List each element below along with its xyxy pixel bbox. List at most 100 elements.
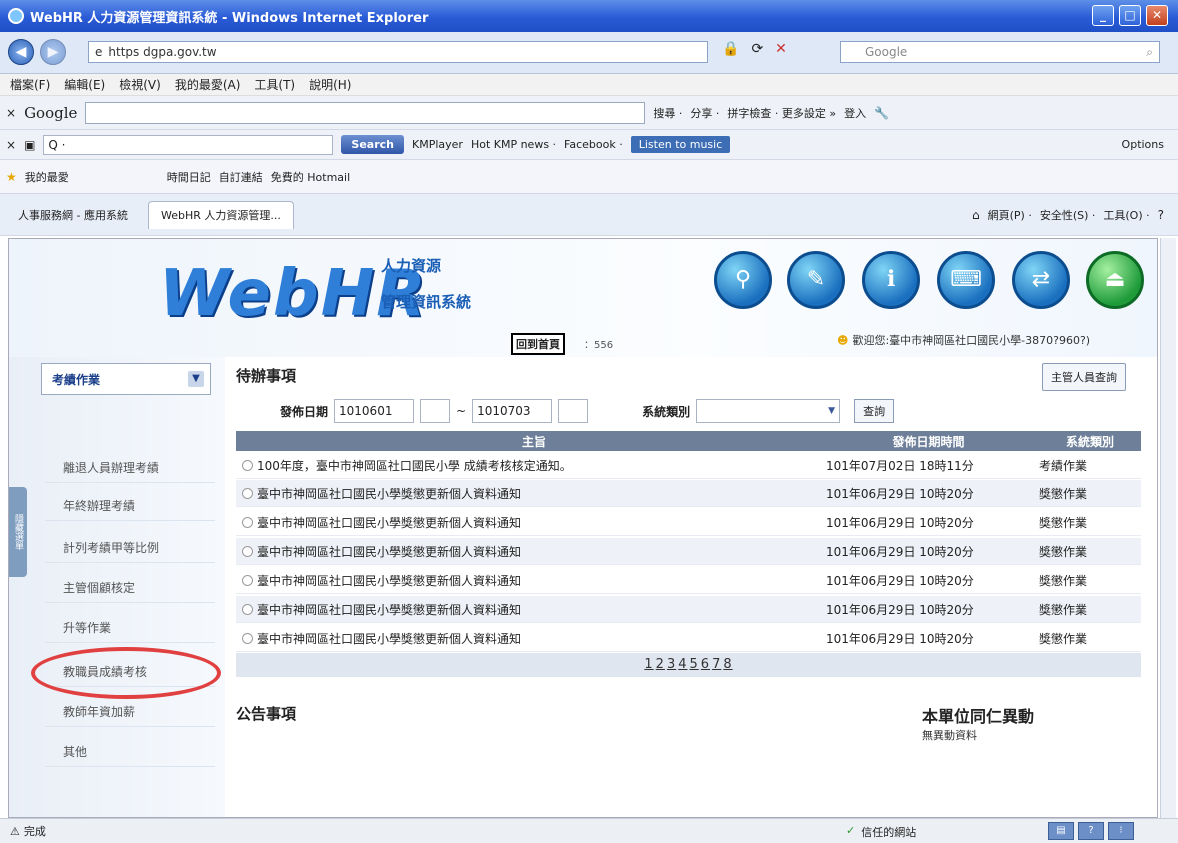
page-link[interactable]: 7 bbox=[711, 657, 722, 672]
desk-icon[interactable]: ⌨ bbox=[937, 251, 995, 309]
sidebar-item-promotion[interactable]: 升等作業 bbox=[45, 613, 215, 643]
row-subject[interactable]: 臺中市神岡區社口國民小學獎懲更新個人資料通知 bbox=[257, 630, 521, 647]
row-subject[interactable]: 臺中市神岡區社口國民小學獎懲更新個人資料通知 bbox=[257, 514, 521, 531]
google-search-button[interactable]: 搜尋 · bbox=[653, 105, 682, 121]
page-link[interactable]: 2 bbox=[655, 657, 666, 672]
sidebar-item-teacher-seniority[interactable]: 教師年資加薪 bbox=[45, 697, 215, 727]
refresh-icon[interactable]: ⟳ bbox=[751, 41, 763, 57]
date-to-picker[interactable] bbox=[558, 399, 589, 423]
row-radio[interactable] bbox=[242, 459, 253, 471]
row-subject[interactable]: 臺中市神岡區社口國民小學獎懲更新個人資料通知 bbox=[257, 572, 521, 589]
col-time[interactable]: 發佈日期時間 bbox=[826, 433, 1031, 450]
query-button[interactable]: 查詢 bbox=[854, 399, 895, 423]
back-icon[interactable]: ◀ bbox=[8, 39, 34, 65]
stop-icon[interactable]: ✕ bbox=[775, 41, 787, 57]
google-more-settings[interactable]: 拼字檢查 · 更多設定 » bbox=[727, 105, 836, 121]
toolbar-close-icon[interactable]: × bbox=[6, 138, 16, 152]
row-radio[interactable] bbox=[242, 632, 253, 644]
org-chart-icon[interactable]: ⚲ bbox=[714, 251, 772, 309]
logout-icon[interactable]: ⏏ bbox=[1086, 251, 1144, 309]
status-btn-1[interactable]: ▤ bbox=[1048, 822, 1074, 840]
wrench-icon[interactable]: 🔧 bbox=[874, 106, 889, 120]
tab-page-menu[interactable]: 網頁(P) · bbox=[988, 207, 1032, 223]
search-box[interactable]: Google ⌕ bbox=[840, 41, 1160, 63]
window-title: WebHR 人力資源管理資訊系統 - Windows Internet Expl… bbox=[30, 10, 429, 26]
search-icon[interactable]: ⌕ bbox=[1146, 45, 1153, 60]
menu-favorites[interactable]: 我的最愛(A) bbox=[175, 76, 241, 93]
row-subject[interactable]: 臺中市神岡區社口國民小學獎懲更新個人資料通知 bbox=[257, 601, 521, 618]
toolbar-close-icon[interactable]: × bbox=[6, 106, 16, 120]
col-category[interactable]: 系統類別 bbox=[1031, 433, 1141, 450]
page-link[interactable]: 8 bbox=[722, 657, 733, 672]
menu-help[interactable]: 說明(H) bbox=[309, 76, 351, 93]
kmp-search-input[interactable]: Q · bbox=[43, 134, 334, 155]
tab-security-menu[interactable]: 安全性(S) · bbox=[1040, 207, 1096, 223]
menu-file[interactable]: 檔案(F) bbox=[10, 76, 50, 93]
date-label: 發佈日期 bbox=[280, 404, 329, 419]
row-subject[interactable]: 臺中市神岡區社口國民小學獎懲更新個人資料通知 bbox=[257, 543, 521, 560]
help-icon[interactable]: ? bbox=[1158, 208, 1164, 222]
menu-edit[interactable]: 編輯(E) bbox=[64, 76, 105, 93]
address-bar[interactable]: e https dgpa.gov.tw bbox=[88, 41, 708, 63]
row-subject[interactable]: 100年度，臺中市神岡區社口國民小學 成績考核核定通知。 bbox=[257, 457, 572, 474]
fav-link-diary[interactable]: 時間日記 bbox=[167, 169, 211, 185]
menu-tools[interactable]: 工具(T) bbox=[254, 76, 295, 93]
back-home-button[interactable]: 回到首頁 bbox=[511, 333, 565, 355]
sidebar-item-grade-ratio[interactable]: 計列考績甲等比例 bbox=[45, 533, 215, 563]
date-from-picker[interactable] bbox=[420, 399, 451, 423]
tools-icon[interactable]: ✎ bbox=[787, 251, 845, 309]
chevron-down-icon[interactable]: ▼ bbox=[188, 371, 204, 387]
date-to-input[interactable]: 1010703 bbox=[472, 399, 553, 423]
page-link[interactable]: 6 bbox=[700, 657, 711, 672]
manager-query-button[interactable]: 主管人員查詢 bbox=[1042, 363, 1126, 391]
google-share-button[interactable]: 分享 · bbox=[690, 105, 719, 121]
sidebar-item-supervisor-approval[interactable]: 主管個顧核定 bbox=[45, 573, 215, 603]
tab-hr-service[interactable]: 人事服務網 - 應用系統 bbox=[6, 201, 140, 229]
row-radio[interactable] bbox=[242, 487, 253, 499]
date-from-input[interactable]: 1010601 bbox=[334, 399, 415, 423]
kmp-search-button[interactable]: Search bbox=[341, 135, 404, 154]
status-btn-3[interactable]: ⁝ bbox=[1108, 822, 1134, 840]
col-subject[interactable]: 主旨 bbox=[236, 433, 826, 450]
sidebar-item-other[interactable]: 其他 bbox=[45, 737, 215, 767]
google-search-input[interactable] bbox=[85, 101, 646, 124]
google-login[interactable]: 登入 bbox=[844, 105, 866, 121]
info-icon[interactable]: ℹ bbox=[862, 251, 920, 309]
sidebar-item-annual-evaluation[interactable]: 年終辦理考績 bbox=[45, 491, 215, 521]
tab-webhr[interactable]: WebHR 人力資源管理... bbox=[147, 200, 294, 229]
options-button[interactable]: Options bbox=[1122, 138, 1164, 151]
status-text: 完成 bbox=[23, 825, 46, 838]
row-radio[interactable] bbox=[242, 516, 253, 528]
listen-music-button[interactable]: Listen to music bbox=[630, 136, 731, 153]
close-button[interactable]: ✕ bbox=[1146, 5, 1168, 26]
switch-icon[interactable]: ⇄ bbox=[1012, 251, 1070, 309]
fav-link-custom[interactable]: 自訂連結 bbox=[219, 169, 263, 185]
forward-icon[interactable]: ▶ bbox=[40, 39, 66, 65]
row-radio[interactable] bbox=[242, 545, 253, 557]
tab-tools-menu[interactable]: 工具(O) · bbox=[1103, 207, 1149, 223]
page-link[interactable]: 4 bbox=[677, 657, 688, 672]
facebook-link[interactable]: Facebook · bbox=[564, 138, 623, 151]
menu-view[interactable]: 檢視(V) bbox=[119, 76, 161, 93]
row-radio[interactable] bbox=[242, 603, 253, 615]
minimize-button[interactable]: _ bbox=[1092, 5, 1114, 26]
lock-icon[interactable]: 🔒 bbox=[722, 41, 739, 57]
page-link[interactable]: 1 bbox=[643, 657, 654, 672]
hot-kmp-news-link[interactable]: Hot KMP news · bbox=[471, 138, 556, 151]
kmplayer-link[interactable]: KMPlayer bbox=[412, 138, 463, 151]
favorites-button[interactable]: 我的最愛 bbox=[25, 169, 69, 185]
home-icon[interactable]: ⌂ bbox=[972, 208, 980, 222]
row-subject[interactable]: 臺中市神岡區社口國民小學獎懲更新個人資料通知 bbox=[257, 485, 521, 502]
hide-menu-tab[interactable]: 隱藏選單 bbox=[9, 487, 27, 577]
page-link[interactable]: 5 bbox=[689, 657, 700, 672]
fav-link-hotmail[interactable]: 免費的 Hotmail bbox=[271, 169, 350, 185]
row-radio[interactable] bbox=[242, 574, 253, 586]
type-select[interactable]: ▼ bbox=[696, 399, 841, 423]
chevron-down-icon[interactable]: ▼ bbox=[828, 406, 835, 416]
page-link[interactable]: 3 bbox=[666, 657, 677, 672]
module-select[interactable]: 考績作業 ▼ bbox=[41, 363, 211, 395]
vertical-scrollbar[interactable] bbox=[1160, 238, 1176, 818]
maximize-button[interactable]: □ bbox=[1119, 5, 1141, 26]
status-btn-2[interactable]: ? bbox=[1078, 822, 1104, 840]
sidebar-item-retiree-evaluation[interactable]: 離退人員辦理考績 bbox=[45, 453, 215, 483]
